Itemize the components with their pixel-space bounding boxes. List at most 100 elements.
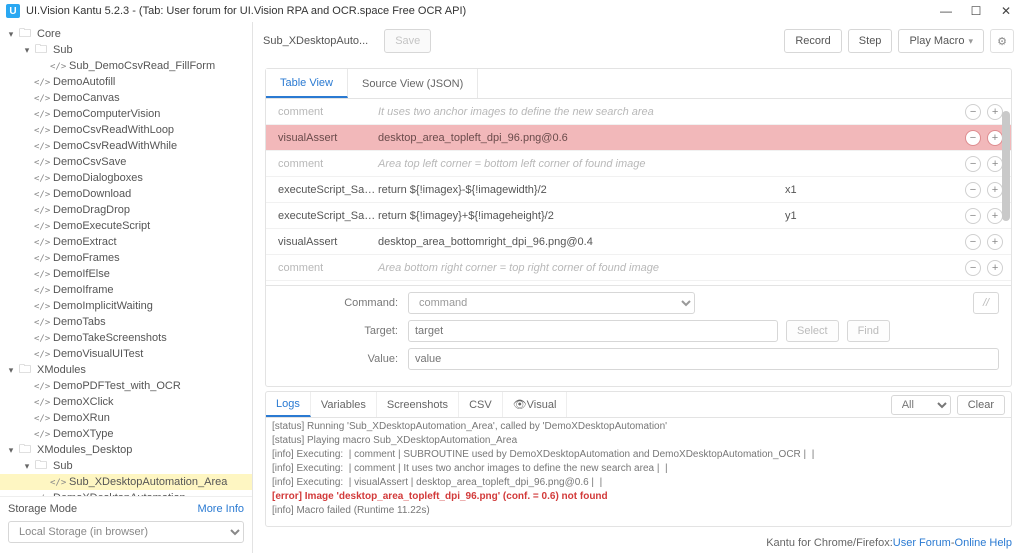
step-button[interactable]: Step <box>848 29 893 53</box>
tree-macro[interactable]: DemoTakeScreenshots <box>0 330 252 346</box>
remove-row-icon[interactable]: − <box>965 156 981 172</box>
tree-folder[interactable]: ▾XModules <box>0 362 252 378</box>
remove-row-icon[interactable]: − <box>965 104 981 120</box>
close-icon[interactable]: ✕ <box>998 4 1014 18</box>
tree-macro[interactable]: DemoIframe <box>0 282 252 298</box>
value-input[interactable] <box>408 348 999 370</box>
tab-table-view[interactable]: Table View <box>266 69 348 98</box>
tree-item-label: DemoComputerVision <box>53 108 160 120</box>
code-icon <box>34 252 48 264</box>
user-forum-link[interactable]: User Forum <box>893 537 951 549</box>
code-icon <box>34 332 48 344</box>
tree-item-label: DemoVisualUITest <box>53 348 143 360</box>
more-info-link[interactable]: More Info <box>198 503 244 515</box>
clear-log-button[interactable]: Clear <box>957 395 1005 415</box>
save-button[interactable]: Save <box>384 29 431 53</box>
tree-macro[interactable]: DemoTabs <box>0 314 252 330</box>
tab-screenshots[interactable]: Screenshots <box>377 392 459 417</box>
find-button[interactable]: Find <box>847 320 890 342</box>
folder-icon <box>18 440 32 461</box>
tree-macro[interactable]: DemoXType <box>0 426 252 442</box>
tree-folder[interactable]: ▾Sub <box>0 42 252 58</box>
select-button[interactable]: Select <box>786 320 839 342</box>
remove-row-icon[interactable]: − <box>965 208 981 224</box>
command-table[interactable]: commentIt uses two anchor images to defi… <box>266 99 1011 285</box>
tree-macro[interactable]: DemoDragDrop <box>0 202 252 218</box>
remove-row-icon[interactable]: − <box>965 234 981 250</box>
command-row[interactable]: visualAssertdesktop_area_topleft_dpi_96.… <box>266 125 1011 151</box>
tree-item-label: Sub <box>53 460 73 472</box>
tree-macro[interactable]: DemoDownload <box>0 186 252 202</box>
log-output[interactable]: [status] Running 'Sub_XDesktopAutomation… <box>266 418 1011 526</box>
tree-item-label: DemoTabs <box>53 316 106 328</box>
tree-macro[interactable]: DemoComputerVision <box>0 106 252 122</box>
storage-mode-select[interactable]: Local Storage (in browser) <box>8 521 244 543</box>
folder-icon <box>18 360 32 381</box>
tree-macro[interactable]: DemoAutofill <box>0 74 252 90</box>
comment-toggle-button[interactable]: // <box>973 292 999 314</box>
tree-macro[interactable]: DemoCsvReadWithWhile <box>0 138 252 154</box>
tree-macro[interactable]: DemoCsvReadWithLoop <box>0 122 252 138</box>
macro-filename: Sub_XDesktopAuto... <box>263 35 368 47</box>
target-input[interactable] <box>408 320 778 342</box>
tab-visual[interactable]: 👁Visual <box>503 392 568 417</box>
command-name: visualAssert <box>278 132 378 144</box>
folder-icon <box>34 456 48 477</box>
tree-macro[interactable]: DemoImplicitWaiting <box>0 298 252 314</box>
tree-item-label: Sub <box>53 44 73 56</box>
settings-icon[interactable]: ⚙ <box>990 29 1014 53</box>
tab-variables[interactable]: Variables <box>311 392 377 417</box>
scrollbar-thumb[interactable] <box>1002 111 1010 221</box>
tree-item-label: DemoImplicitWaiting <box>53 300 153 312</box>
command-row[interactable]: commentArea top left corner = bottom lef… <box>266 151 1011 177</box>
remove-row-icon[interactable]: − <box>965 260 981 276</box>
tree-macro[interactable]: DemoPDFTest_with_OCR <box>0 378 252 394</box>
tree-item-label: DemoAutofill <box>53 76 115 88</box>
tree-macro[interactable]: DemoCanvas <box>0 90 252 106</box>
remove-row-icon[interactable]: − <box>965 182 981 198</box>
tree-macro[interactable]: DemoCsvSave <box>0 154 252 170</box>
tree-item-label: XModules <box>37 364 86 376</box>
minimize-icon[interactable]: — <box>938 4 954 18</box>
command-row[interactable]: commentIt uses two anchor images to defi… <box>266 99 1011 125</box>
command-row[interactable]: visualAssertdesktop_area_bottomright_dpi… <box>266 229 1011 255</box>
tree-item-label: DemoDialogboxes <box>53 172 143 184</box>
tab-csv[interactable]: CSV <box>459 392 503 417</box>
tree-macro[interactable]: DemoVisualUITest <box>0 346 252 362</box>
record-button[interactable]: Record <box>784 29 841 53</box>
tree-item-label: Core <box>37 28 61 40</box>
log-filter-select[interactable]: All <box>891 395 951 415</box>
command-target: return ${!imagex}-${!imagewidth}/2 <box>378 184 785 196</box>
command-editor: Command: command // Target: Select Find … <box>266 285 1011 386</box>
tree-macro[interactable]: DemoXRun <box>0 410 252 426</box>
command-row[interactable]: executeScript_San...return ${!imagey}+${… <box>266 203 1011 229</box>
target-label: Target: <box>278 325 408 337</box>
tree-macro[interactable]: DemoIfElse <box>0 266 252 282</box>
online-help-link[interactable]: Online Help <box>955 537 1012 549</box>
command-row[interactable]: executeScript_San...return ${!imagex}-${… <box>266 177 1011 203</box>
command-row[interactable]: commentArea bottom right corner = top ri… <box>266 255 1011 281</box>
code-icon <box>34 124 48 136</box>
tab-source-view[interactable]: Source View (JSON) <box>348 69 478 98</box>
tree-item-label: Sub_DemoCsvRead_FillForm <box>69 60 215 72</box>
status-footer: Kantu for Chrome/Firefox: User Forum - O… <box>253 533 1024 553</box>
remove-row-icon[interactable]: − <box>965 130 981 146</box>
tree-macro[interactable]: DemoXClick <box>0 394 252 410</box>
tree-folder[interactable]: ▾Sub <box>0 458 252 474</box>
command-select[interactable]: command <box>408 292 695 314</box>
tree-macro[interactable]: DemoDialogboxes <box>0 170 252 186</box>
tab-logs[interactable]: Logs <box>266 392 311 417</box>
tree-item-label: DemoTakeScreenshots <box>53 332 167 344</box>
tree-item-label: DemoCanvas <box>53 92 120 104</box>
code-icon <box>34 284 48 296</box>
macro-tree[interactable]: ▾Core▾SubSub_DemoCsvRead_FillFormDemoAut… <box>0 22 252 496</box>
command-name: comment <box>278 158 378 170</box>
command-target: Area top left corner = bottom left corne… <box>378 158 785 170</box>
tree-item-label: DemoExecuteScript <box>53 220 150 232</box>
maximize-icon[interactable]: ☐ <box>968 4 984 18</box>
tree-macro[interactable]: DemoFrames <box>0 250 252 266</box>
tree-macro[interactable]: DemoExecuteScript <box>0 218 252 234</box>
tree-macro[interactable]: DemoExtract <box>0 234 252 250</box>
command-row[interactable]: executeScript_San...return ${!imagex}+${… <box>266 281 1011 285</box>
play-macro-button[interactable]: Play Macro <box>898 29 984 53</box>
